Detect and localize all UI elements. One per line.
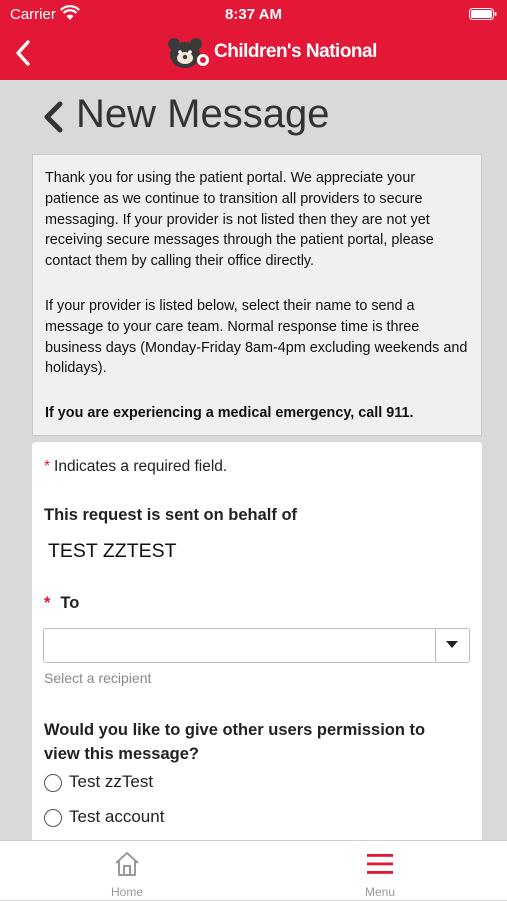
behalf-label: This request is sent on behalf of (44, 506, 298, 524)
message-form: * Indicates a required field. This reques… (32, 442, 482, 842)
permission-question: Would you like to give other users permi… (44, 721, 426, 763)
required-marker: * (44, 458, 51, 475)
permission-option-label: Test zzTest (69, 772, 154, 791)
emergency-notice: If you are experiencing a medical emerge… (45, 405, 414, 422)
tab-home[interactable]: Home (47, 841, 207, 901)
tab-menu[interactable]: Menu (300, 841, 460, 901)
brand-logo: Children's National (166, 36, 406, 70)
chevron-left-icon[interactable] (40, 100, 66, 134)
notice-paragraph-2: If your provider is listed below, select… (45, 297, 468, 377)
recipient-helper-text: Select a recipient (44, 670, 152, 686)
required-note-text: Indicates a required field. (54, 458, 228, 475)
permission-option-label: Test account (69, 807, 165, 826)
bottom-tab-bar: Home Menu (0, 840, 507, 900)
hamburger-menu-icon (367, 854, 393, 874)
permission-checkbox[interactable] (44, 809, 62, 827)
to-label: * To (44, 594, 79, 613)
portal-notice: Thank you for using the patient portal. … (32, 154, 482, 436)
home-icon (115, 852, 139, 876)
tab-home-label: Home (110, 885, 143, 899)
notice-paragraph-1: Thank you for using the patient portal. … (45, 170, 434, 270)
back-chevron-icon[interactable] (10, 38, 38, 68)
brand-name: Children's National (214, 41, 377, 62)
battery-icon (469, 8, 497, 20)
bear-logo-icon (168, 38, 209, 68)
required-field-note: * Indicates a required field. (44, 458, 227, 476)
page-title-back[interactable]: New Message (40, 92, 480, 142)
permission-checkbox[interactable] (44, 774, 62, 792)
to-label-text: To (60, 594, 80, 612)
recipient-dropdown-button[interactable] (435, 629, 469, 662)
caret-down-icon (446, 641, 458, 648)
tab-menu-label: Menu (364, 885, 396, 899)
required-marker: * (44, 594, 51, 612)
clock: 8:37 AM (225, 6, 282, 23)
page-title: New Message (76, 92, 330, 136)
recipient-select[interactable] (43, 628, 470, 663)
status-bar: Carrier 8:37 AM (0, 0, 507, 28)
behalf-value: TEST ZZTEST (48, 540, 177, 562)
app-header: Carrier 8:37 AM Children's National (0, 0, 507, 80)
